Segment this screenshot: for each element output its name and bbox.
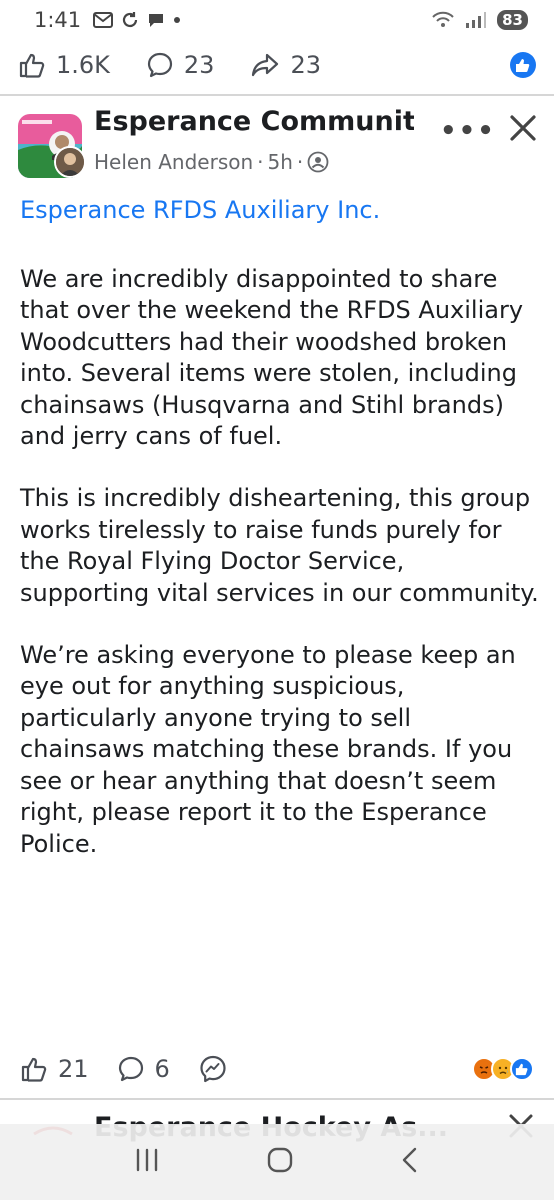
back-icon <box>403 1147 417 1173</box>
post-link-title[interactable]: Esperance RFDS Auxiliary Inc. <box>20 196 380 224</box>
comment-icon <box>147 52 173 78</box>
post-paragraph: We’re asking everyone to please keep an … <box>20 641 516 858</box>
post-comment-count: 6 <box>154 1055 170 1083</box>
like-count: 1.6K <box>56 51 110 79</box>
home-icon <box>267 1147 293 1173</box>
signal-icon <box>466 12 487 28</box>
system-navigation-bar <box>0 1124 554 1200</box>
back-button[interactable] <box>398 1145 422 1179</box>
like-action[interactable]: 1.6K <box>18 51 110 79</box>
battery-indicator: 83 <box>497 10 528 30</box>
mail-icon <box>93 12 114 28</box>
close-icon <box>510 115 536 141</box>
like-action[interactable]: 21 <box>20 1055 89 1083</box>
meta-separator: · <box>296 150 304 174</box>
post-card: Esperance Communit... Helen Anderson · 5… <box>0 96 554 858</box>
share-count: 23 <box>290 51 321 79</box>
messenger-share-action[interactable] <box>198 1054 228 1084</box>
like-reaction-icon <box>510 1057 534 1081</box>
thumbs-up-icon <box>19 53 45 78</box>
post-actions: 21 6 <box>0 1046 554 1092</box>
comment-icon <box>118 1056 143 1082</box>
thumbs-up-icon <box>21 1057 47 1082</box>
recent-apps-icon <box>136 1148 157 1172</box>
comment-action[interactable]: 6 <box>117 1055 170 1083</box>
previous-post-engagement: 1.6K 23 23 <box>0 40 554 90</box>
post-time[interactable]: 5h <box>268 150 293 174</box>
share-icon <box>252 53 279 77</box>
author-avatar[interactable] <box>54 146 86 178</box>
share-action[interactable]: 23 <box>250 51 321 79</box>
dot-icon <box>174 17 181 23</box>
sync-icon <box>123 12 138 28</box>
post-body: We are incredibly disappointed to share … <box>20 264 540 891</box>
post-like-count: 21 <box>58 1055 89 1083</box>
audience-group-icon <box>307 151 329 173</box>
post-paragraph: We are incredibly disappointed to share … <box>20 265 524 451</box>
close-button[interactable] <box>508 112 538 152</box>
home-button[interactable] <box>265 1145 295 1179</box>
post-paragraph: This is incredibly disheartening, this g… <box>20 484 539 607</box>
messenger-icon <box>200 1055 226 1083</box>
comment-action[interactable]: 23 <box>146 51 215 79</box>
notification-icons <box>93 11 181 29</box>
group-name[interactable]: Esperance Communit... <box>94 106 414 137</box>
status-time: 1:41 <box>34 8 82 32</box>
status-bar: 1:41 83 <box>0 0 554 40</box>
like-reaction-badge <box>510 52 536 78</box>
comment-count: 23 <box>183 51 215 79</box>
author-name[interactable]: Helen Anderson <box>94 150 253 174</box>
meta-separator: · <box>257 150 264 174</box>
recent-apps-button[interactable] <box>132 1147 162 1177</box>
post-header: Esperance Communit... Helen Anderson · 5… <box>0 96 554 188</box>
reaction-summary[interactable] <box>472 1057 534 1081</box>
more-options-button[interactable]: ••• <box>440 116 496 146</box>
chat-icon <box>149 14 164 27</box>
wifi-icon <box>432 11 454 27</box>
thumbs-up-icon <box>516 59 530 72</box>
post-meta: Helen Anderson · 5h · <box>94 150 329 174</box>
